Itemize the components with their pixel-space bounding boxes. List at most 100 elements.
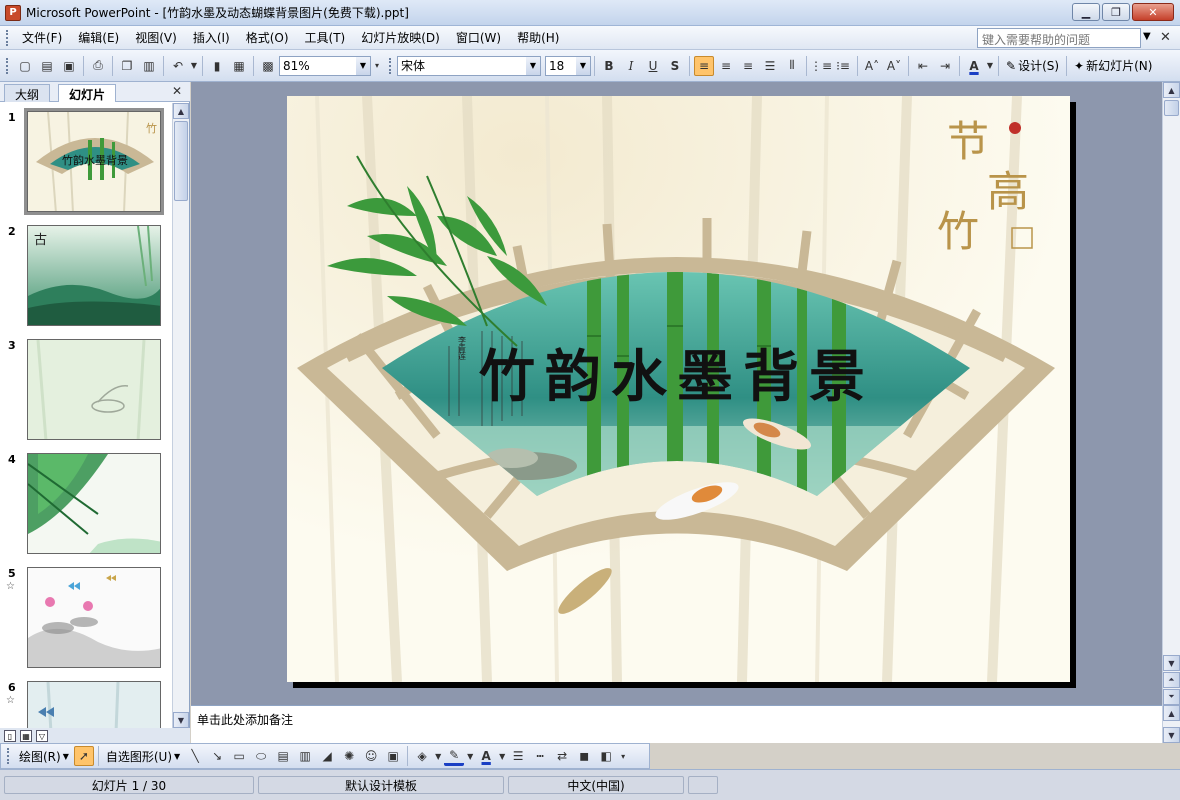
slide-thumbnail-6[interactable] bbox=[27, 681, 161, 728]
scroll-thumb[interactable] bbox=[174, 121, 188, 201]
open-icon[interactable]: ▤ bbox=[37, 56, 57, 76]
increase-font-icon[interactable]: A˄ bbox=[862, 56, 882, 76]
paste-icon[interactable]: ▥ bbox=[139, 56, 159, 76]
distribute-icon[interactable]: ⦀ bbox=[782, 56, 802, 76]
chart-icon[interactable]: ▮ bbox=[207, 56, 227, 76]
slide-thumbnail-1[interactable]: 竹韵水墨背景 竹 bbox=[24, 108, 164, 215]
notes-pane[interactable]: 单击此处添加备注 bbox=[191, 705, 1162, 743]
arrow-icon[interactable]: ↘ bbox=[207, 746, 227, 766]
chevron-down-icon[interactable]: ▼ bbox=[526, 56, 540, 75]
slide-thumbnail-4[interactable] bbox=[27, 453, 161, 554]
font-size-select[interactable]: 18 ▼ bbox=[545, 55, 591, 76]
clipart-icon[interactable]: ☺ bbox=[361, 746, 381, 766]
slide-scrollbar[interactable]: ▲ ▼ ⏶ ⏷ bbox=[1162, 82, 1180, 705]
picture-icon[interactable]: ▣ bbox=[383, 746, 403, 766]
font-select[interactable]: 宋体 ▼ bbox=[397, 55, 541, 76]
oval-icon[interactable]: ⬭ bbox=[251, 746, 271, 766]
document-close-icon[interactable]: ✕ bbox=[1160, 30, 1171, 45]
scroll-up-icon[interactable]: ▲ bbox=[1163, 705, 1180, 721]
scroll-down-icon[interactable]: ▼ bbox=[1163, 727, 1180, 743]
toolbar-grip[interactable] bbox=[389, 57, 393, 74]
normal-view-icon[interactable]: ▯ bbox=[4, 730, 16, 742]
font-color-dropdown-icon[interactable]: ▼ bbox=[986, 56, 994, 76]
dash-style-icon[interactable]: ┅ bbox=[530, 746, 550, 766]
align-left-icon[interactable]: ≡ bbox=[694, 55, 714, 76]
toolbar-options-icon[interactable]: ▾ bbox=[618, 746, 628, 766]
copy-icon[interactable]: ❐ bbox=[117, 56, 137, 76]
menu-grip[interactable] bbox=[6, 29, 10, 46]
menu-slideshow[interactable]: 幻灯片放映(D) bbox=[353, 29, 448, 46]
close-button[interactable]: ✕ bbox=[1132, 3, 1174, 21]
slide-title[interactable]: 竹韵水墨背景 bbox=[479, 344, 875, 410]
save-icon[interactable]: ▣ bbox=[59, 56, 79, 76]
new-icon[interactable]: ▢ bbox=[15, 56, 35, 76]
menu-insert[interactable]: 插入(I) bbox=[185, 29, 238, 46]
decrease-font-icon[interactable]: A˅ bbox=[884, 56, 904, 76]
bullet-list-icon[interactable]: ⁝≡ bbox=[833, 56, 853, 76]
line-dropdown-icon[interactable]: ▼ bbox=[466, 746, 474, 766]
design-button[interactable]: ✎ 设计(S) bbox=[1002, 57, 1063, 74]
fill-dropdown-icon[interactable]: ▼ bbox=[434, 746, 442, 766]
help-search-input[interactable]: 键入需要帮助的问题 bbox=[977, 28, 1141, 48]
undo-dropdown-icon[interactable]: ▼ bbox=[190, 56, 198, 76]
previous-slide-icon[interactable]: ⏶ bbox=[1163, 672, 1180, 688]
menu-tools[interactable]: 工具(T) bbox=[297, 29, 354, 46]
vertical-textbox-icon[interactable]: ▥ bbox=[295, 746, 315, 766]
maximize-button[interactable]: ❐ bbox=[1102, 3, 1130, 21]
slide-thumbnail-5[interactable] bbox=[27, 567, 161, 668]
tab-outline[interactable]: 大纲 bbox=[4, 84, 51, 102]
grid-icon[interactable]: ▩ bbox=[258, 56, 278, 76]
next-slide-icon[interactable]: ⏷ bbox=[1163, 689, 1180, 705]
shadow-button[interactable]: S bbox=[665, 56, 685, 76]
menu-view[interactable]: 视图(V) bbox=[127, 29, 185, 46]
increase-indent-icon[interactable]: ⇥ bbox=[935, 56, 955, 76]
line-color-icon[interactable]: ✎ bbox=[444, 746, 465, 766]
slideshow-icon[interactable]: ▽ bbox=[36, 730, 48, 742]
decrease-indent-icon[interactable]: ⇤ bbox=[913, 56, 933, 76]
italic-button[interactable]: I bbox=[621, 56, 641, 76]
new-slide-button[interactable]: ✦ 新幻灯片(N) bbox=[1070, 57, 1156, 74]
font-color-icon[interactable]: A bbox=[964, 56, 984, 76]
3d-style-icon[interactable]: ◧ bbox=[596, 746, 616, 766]
line-style-icon[interactable]: ☰ bbox=[508, 746, 528, 766]
textbox-icon[interactable]: ▤ bbox=[273, 746, 293, 766]
toolbar-grip[interactable] bbox=[7, 748, 11, 764]
arrow-style-icon[interactable]: ⇄ bbox=[552, 746, 572, 766]
toolbar-grip[interactable] bbox=[6, 57, 10, 74]
menu-file[interactable]: 文件(F) bbox=[14, 29, 70, 46]
slide-thumbnail-2[interactable]: 古 bbox=[27, 225, 161, 326]
bold-button[interactable]: B bbox=[599, 56, 619, 76]
menu-window[interactable]: 窗口(W) bbox=[448, 29, 509, 46]
help-dropdown-icon[interactable]: ▼ bbox=[1143, 31, 1151, 42]
scroll-down-icon[interactable]: ▼ bbox=[173, 712, 189, 728]
select-pointer-icon[interactable]: ➚ bbox=[73, 746, 94, 766]
slide-canvas[interactable]: 李青莲 竹韵水墨背景 节 高 竹 bbox=[287, 96, 1070, 682]
font-color-dropdown-icon[interactable]: ▼ bbox=[498, 746, 506, 766]
slide-sorter-icon[interactable]: ▦ bbox=[20, 730, 32, 742]
print-icon[interactable]: ⎙ bbox=[88, 56, 108, 76]
scroll-up-icon[interactable]: ▲ bbox=[1163, 82, 1180, 98]
font-color-icon[interactable]: A bbox=[476, 746, 496, 766]
draw-menu-button[interactable]: 绘图(R) ▼ bbox=[15, 748, 73, 765]
slide-thumbnail-3[interactable] bbox=[27, 339, 161, 440]
underline-button[interactable]: U bbox=[643, 56, 663, 76]
menu-help[interactable]: 帮助(H) bbox=[509, 29, 567, 46]
diagram-icon[interactable]: ✺ bbox=[339, 746, 359, 766]
pane-close-icon[interactable]: ✕ bbox=[172, 84, 182, 98]
notes-scrollbar[interactable]: ▲ ▼ bbox=[1162, 705, 1180, 743]
align-center-icon[interactable]: ≡ bbox=[716, 56, 736, 76]
menu-edit[interactable]: 编辑(E) bbox=[70, 29, 127, 46]
zoom-select[interactable]: 81% ▼ bbox=[279, 55, 371, 76]
thumbnail-scrollbar[interactable]: ▲ ▼ bbox=[172, 103, 189, 728]
table-icon[interactable]: ▦ bbox=[229, 56, 249, 76]
scroll-down-icon[interactable]: ▼ bbox=[1163, 655, 1180, 671]
wordart-icon[interactable]: ◢ bbox=[317, 746, 337, 766]
shadow-style-icon[interactable]: ◼ bbox=[574, 746, 594, 766]
chevron-down-icon[interactable]: ▼ bbox=[576, 56, 590, 75]
tab-slides[interactable]: 幻灯片 bbox=[58, 84, 117, 102]
chevron-down-icon[interactable]: ▼ bbox=[356, 56, 370, 75]
scroll-up-icon[interactable]: ▲ bbox=[173, 103, 189, 119]
toolbar-options-icon[interactable]: ▾ bbox=[372, 56, 382, 76]
menu-format[interactable]: 格式(O) bbox=[238, 29, 297, 46]
scroll-thumb[interactable] bbox=[1164, 100, 1179, 116]
